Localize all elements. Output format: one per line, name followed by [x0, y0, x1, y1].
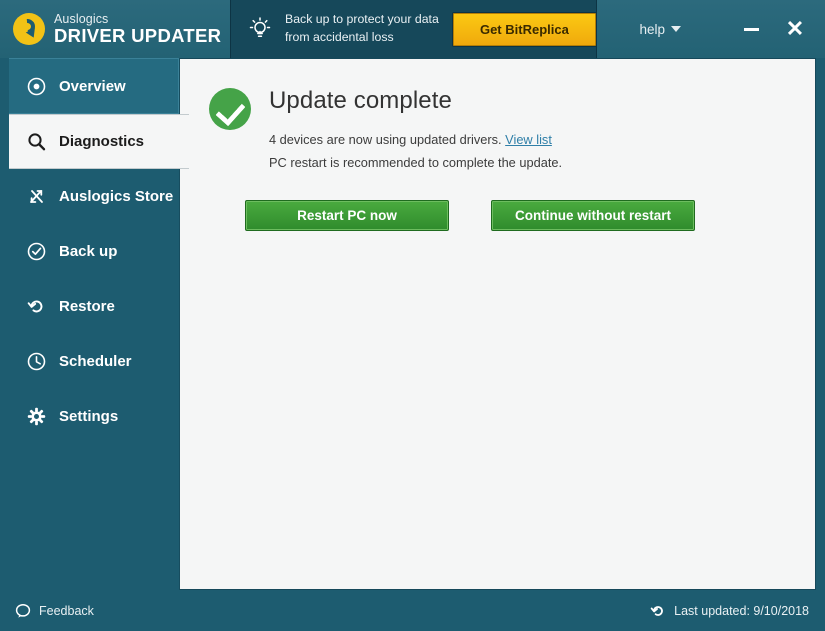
- sidebar-item-label: Back up: [59, 243, 118, 260]
- last-updated-status[interactable]: Last updated: 9/10/2018: [650, 603, 809, 619]
- promo-line-2: from accidental loss: [285, 30, 394, 44]
- restart-pc-now-button[interactable]: Restart PC now: [245, 199, 449, 231]
- sidebar-item-auslogics-store[interactable]: Auslogics Store: [9, 169, 179, 224]
- sidebar-item-scheduler[interactable]: Scheduler: [9, 334, 179, 389]
- target-icon: [26, 76, 47, 97]
- sidebar-item-diagnostics[interactable]: Diagnostics: [9, 114, 189, 169]
- feedback-button[interactable]: Feedback: [15, 603, 94, 619]
- brand-product-name: DRIVER UPDATER: [54, 24, 222, 46]
- sidebar-item-label: Auslogics Store: [59, 188, 174, 205]
- green-check-circle-icon: [209, 88, 251, 130]
- sidebar-item-label: Overview: [59, 77, 126, 95]
- content-panel: Update complete 4 devices are now using …: [180, 58, 816, 590]
- promo-text: Back up to protect your data from accide…: [285, 11, 439, 47]
- sidebar-item-label: Diagnostics: [59, 133, 145, 150]
- status-header: Update complete 4 devices are now using …: [180, 59, 815, 178]
- minimize-button[interactable]: [737, 15, 765, 43]
- sidebar-item-label: Settings: [59, 408, 119, 425]
- sidebar-item-label: Scheduler: [59, 353, 132, 370]
- magnifier-icon: [26, 131, 47, 152]
- status-bar: Feedback Last updated: 9/10/2018: [0, 590, 825, 631]
- bitreplica-promo-banner: Back up to protect your data from accide…: [230, 0, 597, 58]
- feedback-label: Feedback: [39, 603, 94, 618]
- undo-arrow-icon: [26, 296, 47, 317]
- brand-area: Auslogics DRIVER UPDATER: [0, 0, 230, 58]
- chevron-down-icon: [671, 26, 681, 32]
- view-list-link[interactable]: View list: [505, 132, 552, 147]
- auslogics-logo-icon: [13, 13, 45, 45]
- last-updated-label: Last updated: 9/10/2018: [674, 603, 809, 618]
- clock-icon: [26, 351, 47, 372]
- application-window: Auslogics DRIVER UPDATER Back up to prot…: [0, 0, 825, 631]
- sidebar-item-settings[interactable]: Settings: [9, 389, 179, 444]
- status-line-devices: 4 devices are now using updated drivers.…: [269, 131, 562, 148]
- sidebar-item-restore[interactable]: Restore: [9, 279, 179, 334]
- help-menu-button[interactable]: help: [639, 22, 681, 37]
- main-area: Overview Diagnostics Auslogics Store Bac…: [0, 58, 825, 590]
- close-icon: ✕: [785, 16, 805, 41]
- sidebar-item-label: Restore: [59, 298, 115, 315]
- speech-bubble-icon: [15, 603, 31, 619]
- title-bar: Auslogics DRIVER UPDATER Back up to prot…: [0, 0, 825, 58]
- status-line-restart: PC restart is recommended to complete th…: [269, 155, 563, 171]
- promo-line-1: Back up to protect your data: [285, 12, 439, 27]
- status-line-devices-text: 4 devices are now using updated drivers.: [269, 132, 506, 147]
- check-circle-icon: [26, 241, 47, 262]
- page-title: Update complete: [269, 87, 452, 114]
- sidebar-item-back-up[interactable]: Back up: [9, 224, 179, 279]
- close-button[interactable]: ✕: [781, 15, 809, 43]
- brand-text: Auslogics DRIVER UPDATER: [54, 11, 222, 46]
- get-bitreplica-button[interactable]: Get BitReplica: [452, 12, 596, 46]
- action-button-row: Restart PC now Continue without restart: [180, 178, 815, 231]
- brand-company-name: Auslogics: [54, 11, 109, 26]
- sidebar-item-overview[interactable]: Overview: [9, 58, 179, 114]
- sidebar: Overview Diagnostics Auslogics Store Bac…: [9, 58, 189, 590]
- arrows-exchange-icon: [26, 186, 47, 207]
- minimize-icon: [743, 27, 759, 31]
- help-menu-label: help: [639, 21, 665, 37]
- window-controls: help ✕: [597, 0, 825, 58]
- refresh-arrow-icon: [650, 603, 666, 619]
- lightbulb-idea-icon: [245, 14, 275, 44]
- gear-icon: [26, 406, 47, 427]
- status-texts: Update complete 4 devices are now using …: [269, 85, 562, 178]
- continue-without-restart-button[interactable]: Continue without restart: [491, 199, 695, 231]
